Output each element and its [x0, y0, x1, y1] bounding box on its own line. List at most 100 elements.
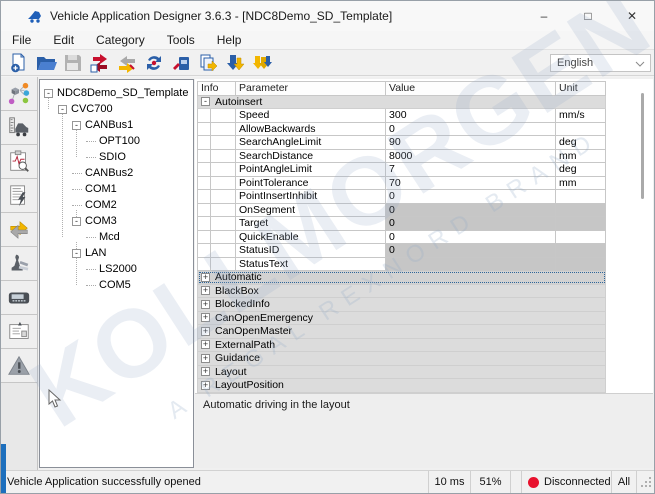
language-select[interactable]: English [550, 54, 651, 72]
app-icon [27, 8, 43, 24]
new-file-button[interactable] [5, 51, 32, 75]
download-icon [224, 52, 246, 74]
transfer-tool-button[interactable] [167, 51, 194, 75]
param-value [386, 257, 556, 271]
param-unit [556, 257, 606, 271]
operator-panel-button[interactable] [1, 281, 37, 315]
open-button[interactable] [32, 51, 59, 75]
group-expander[interactable]: + [201, 340, 210, 349]
param-value[interactable]: 0 [386, 122, 556, 136]
group-label: BlackBox [215, 285, 259, 297]
param-value[interactable]: 70 [386, 176, 556, 190]
header-unit: Unit [556, 82, 606, 96]
tree-item-opt100[interactable]: OPT100 [40, 133, 193, 149]
export-config-button[interactable] [113, 51, 140, 75]
tree-item-com3[interactable]: -COM3 [40, 213, 193, 229]
export-config-icon [116, 52, 138, 74]
tree-item-com5[interactable]: COM5 [40, 277, 193, 293]
tree-item-sdio[interactable]: SDIO [40, 149, 193, 165]
import-config-button[interactable] [86, 51, 113, 75]
param-value[interactable]: 7 [386, 163, 556, 177]
save-button[interactable] [59, 51, 86, 75]
group-row-guidance[interactable]: +Guidance [198, 352, 606, 366]
group-expander[interactable]: + [201, 300, 210, 309]
tree-item-cvc700[interactable]: -CVC700 [40, 101, 193, 117]
warnings-button[interactable] [1, 349, 37, 383]
tree-item-root[interactable]: -NDC8Demo_SD_Template [40, 85, 193, 101]
group-row-externalpath[interactable]: +ExternalPath [198, 338, 606, 352]
scope-indicator: All [611, 471, 636, 493]
parameter-table-area: Info Parameter Value Unit -Autoinsert Sp… [195, 79, 653, 393]
group-expander[interactable]: + [201, 313, 210, 322]
connection-status: Disconnected [521, 471, 611, 493]
param-name: AllowBackwards [236, 122, 386, 136]
menu-edit[interactable]: Edit [42, 31, 85, 49]
license-button[interactable] [1, 315, 37, 349]
group-expander[interactable]: + [201, 381, 210, 390]
tree-expander[interactable]: - [58, 105, 67, 114]
tree-expander[interactable]: - [72, 217, 81, 226]
group-label: CanOpenMaster [215, 325, 292, 337]
group-row-blackbox[interactable]: + BlackBox [198, 284, 606, 298]
copy-download-button[interactable] [194, 51, 221, 75]
minimize-button[interactable]: – [522, 1, 566, 31]
sync-button[interactable] [140, 51, 167, 75]
workspace: -NDC8Demo_SD_Template -CVC700 -CANBus1 O… [1, 77, 654, 470]
param-name: OnSegment [236, 203, 386, 217]
event-log-button[interactable] [1, 179, 37, 213]
group-row-canopenmaster[interactable]: + CanOpenMaster [198, 325, 606, 339]
sync-icon [143, 52, 165, 74]
menu-file[interactable]: File [1, 31, 42, 49]
tree-expander[interactable]: - [44, 89, 53, 98]
wizard-button[interactable] [1, 247, 37, 281]
tree-item-com1[interactable]: COM1 [40, 181, 193, 197]
group-expander[interactable]: + [201, 367, 210, 376]
group-expander[interactable]: + [201, 273, 210, 282]
project-structure-button[interactable] [1, 77, 37, 111]
group-expander[interactable]: - [201, 97, 210, 106]
param-value[interactable]: 8000 [386, 149, 556, 163]
group-row-blockedinfo[interactable]: +BlockedInfo [198, 298, 606, 312]
close-button[interactable]: ✕ [610, 1, 654, 31]
diagnostics-button[interactable] [1, 145, 37, 179]
param-value[interactable]: 0 [386, 190, 556, 204]
maximize-button[interactable]: □ [566, 1, 610, 31]
param-unit: mm [556, 176, 606, 190]
tree-item-label: CANBus1 [85, 119, 133, 131]
param-name: StatusText [236, 257, 386, 271]
group-expander[interactable]: + [201, 286, 210, 295]
menu-help[interactable]: Help [206, 31, 253, 49]
progress-value: 51% [470, 471, 510, 493]
param-value[interactable]: 90 [386, 136, 556, 150]
download-button[interactable] [221, 51, 248, 75]
tree-item-mcd[interactable]: Mcd [40, 229, 193, 245]
tree-expander[interactable]: - [72, 121, 81, 130]
tree-item-lan[interactable]: -LAN [40, 245, 193, 261]
group-row-layoutposition[interactable]: +LayoutPosition [198, 379, 606, 393]
menu-category[interactable]: Category [85, 31, 156, 49]
connection-label: Disconnected [544, 476, 611, 488]
resize-grip[interactable] [636, 471, 654, 493]
vertical-scrollbar[interactable] [641, 93, 644, 199]
group-expander[interactable]: + [201, 354, 210, 363]
new-file-icon [8, 52, 30, 74]
param-value[interactable]: 0 [386, 230, 556, 244]
vehicle-measure-button[interactable] [1, 111, 37, 145]
menu-tools[interactable]: Tools [156, 31, 206, 49]
watermark-corner-accent [1, 444, 6, 493]
download-multi-button[interactable] [248, 51, 275, 75]
transfer-button[interactable] [1, 213, 37, 247]
param-unit: deg [556, 136, 606, 150]
tree-item-canbus2[interactable]: CANBus2 [40, 165, 193, 181]
tree-item-ls2000[interactable]: LS2000 [40, 261, 193, 277]
group-row-autoinsert[interactable]: -Autoinsert [198, 95, 606, 109]
menu-bar: File Edit Category Tools Help [1, 31, 654, 49]
group-row-automatic[interactable]: +Automatic [198, 271, 606, 285]
tree-item-com2[interactable]: COM2 [40, 197, 193, 213]
group-row-canopenemergency[interactable]: +CanOpenEmergency [198, 311, 606, 325]
group-row-layout[interactable]: +Layout [198, 365, 606, 379]
tree-expander[interactable]: - [72, 249, 81, 258]
param-value[interactable]: 300 [386, 109, 556, 123]
group-expander[interactable]: + [201, 327, 210, 336]
tree-item-canbus1[interactable]: -CANBus1 [40, 117, 193, 133]
